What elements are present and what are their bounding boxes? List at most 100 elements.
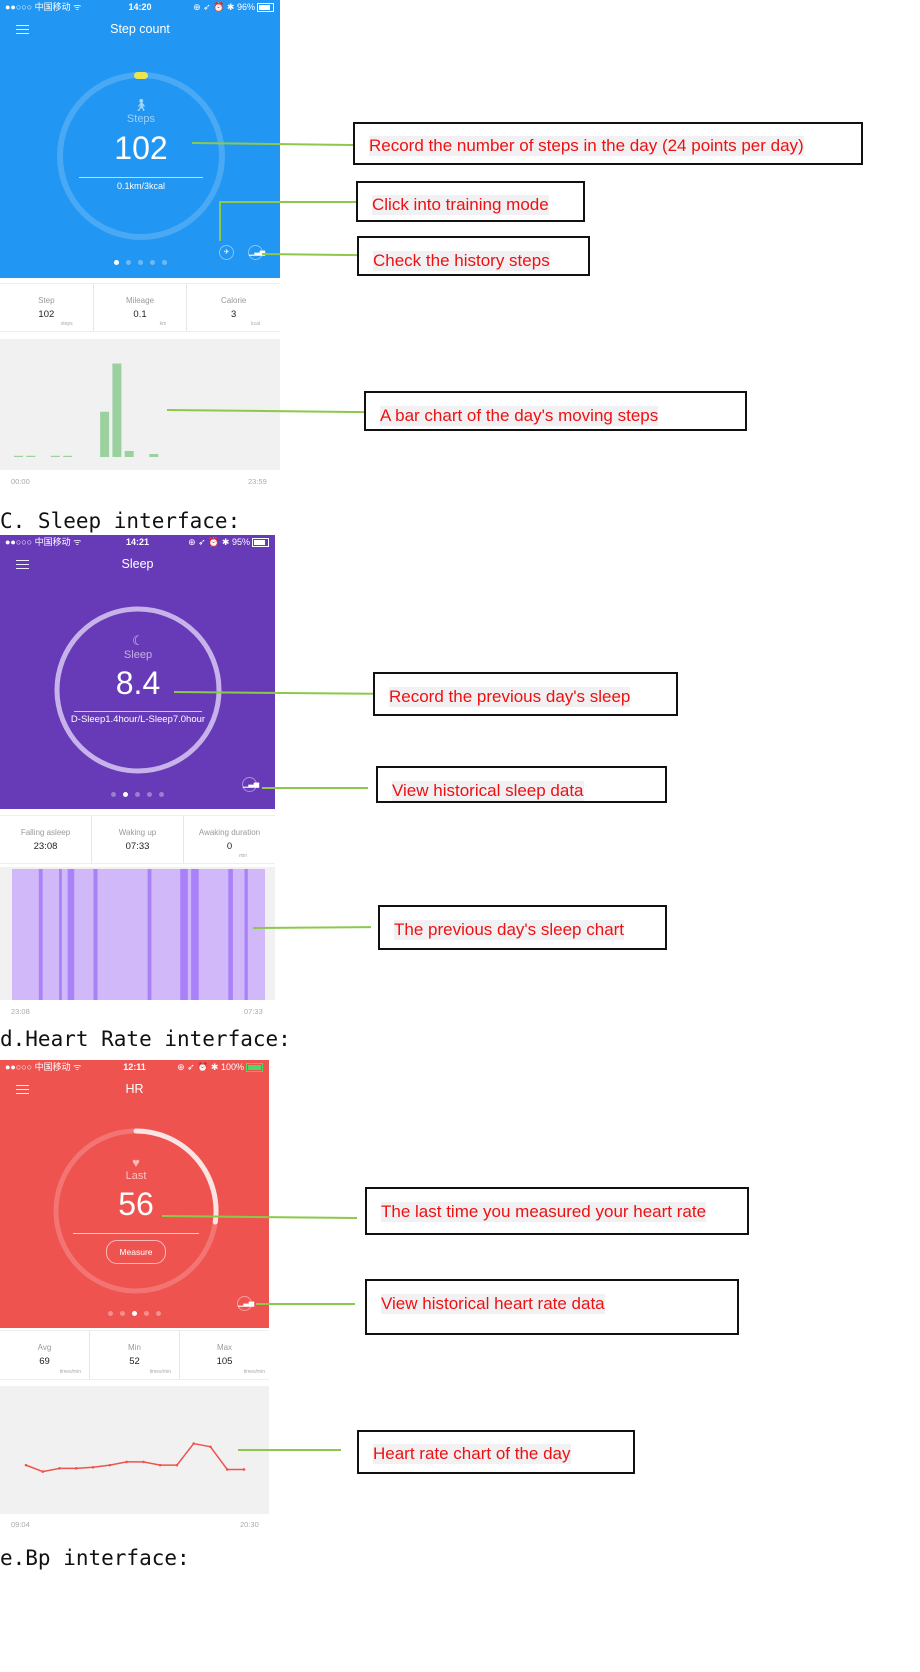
sleep-subtext: D-Sleep1.4hour/L-Sleep7.0hour bbox=[70, 714, 206, 725]
hr-line-chart-svg bbox=[24, 1442, 246, 1473]
deep-sleep-band bbox=[228, 869, 233, 1000]
step-bar bbox=[149, 453, 159, 457]
heart-icon: ♥ bbox=[132, 1155, 140, 1170]
hr-point bbox=[91, 1465, 95, 1469]
stat-awaking-duration: Awaking duration 0 min bbox=[198, 828, 261, 859]
step-bar bbox=[14, 455, 23, 457]
step-bar bbox=[26, 455, 36, 457]
measure-button[interactable]: Measure bbox=[106, 1240, 166, 1264]
sleep-chart-svg bbox=[12, 869, 265, 1000]
callout-hr-history: View historical heart rate data bbox=[365, 1279, 739, 1335]
callout-steps-bar-chart: A bar chart of the day's moving steps bbox=[364, 391, 747, 431]
sleep-value: 8.4 bbox=[115, 665, 161, 701]
callout-steps-record: Record the number of steps in the day (2… bbox=[353, 122, 863, 165]
history-button[interactable]: ▁▃▅ bbox=[242, 777, 259, 792]
leader-line bbox=[262, 787, 368, 789]
hr-point bbox=[225, 1468, 229, 1471]
hr-point bbox=[108, 1463, 112, 1467]
leader-line bbox=[219, 201, 356, 203]
stat-mileage: Mileage 0.1 km bbox=[94, 284, 188, 331]
leader-line bbox=[238, 1449, 341, 1451]
hr-value: 56 bbox=[118, 1186, 154, 1222]
chart-start-label: 09:04 bbox=[11, 1520, 30, 1529]
status-bar: ●●○○○ 中国移动 ᯤ 14:21 ⊕ ➶ ⏰ ✱ 95% bbox=[0, 535, 275, 549]
battery-icon bbox=[252, 538, 269, 548]
divider bbox=[79, 177, 203, 178]
ring-label: Sleep bbox=[123, 649, 153, 661]
bp-heading: e.Bp interface: bbox=[0, 1546, 190, 1570]
hr-point bbox=[24, 1463, 28, 1467]
deep-sleep-band bbox=[93, 869, 98, 1000]
step-bar bbox=[50, 455, 60, 457]
stat-avg: Avg 69 times/min bbox=[0, 1331, 90, 1379]
status-bar: ●●○○○ 中国移动 ᯤ 14:20 ⊕ ➶ ⏰ ✱ 96% bbox=[0, 0, 280, 14]
hr-point bbox=[58, 1467, 61, 1470]
status-bar: ●●○○○ 中国移动 ᯤ 12:11 ⊕ ➶ ⏰ ✱ 100% bbox=[0, 1060, 269, 1074]
stat-calorie: Calorie 3 kcal bbox=[221, 296, 261, 327]
callout-hr-last: The last time you measured your heart ra… bbox=[365, 1187, 749, 1235]
page-title: Step count bbox=[110, 22, 170, 36]
hr-point bbox=[175, 1463, 179, 1467]
page-indicator bbox=[0, 1311, 269, 1316]
ring-label: Steps bbox=[126, 113, 156, 125]
status-icons: ⊕ ➶ ⏰ ✱ 100% bbox=[177, 1060, 263, 1074]
hr-point bbox=[75, 1467, 78, 1470]
chart-end-label: 20:30 bbox=[240, 1520, 259, 1529]
steps-stats: Step 102 steps Mileage 0.1 km Calorie 3 kcal bbox=[0, 283, 280, 332]
step-bar bbox=[63, 455, 73, 457]
light-sleep-area bbox=[12, 869, 265, 1000]
hr-stats: Avg 69 times/min Min 52 times/min Max 105 time… bbox=[0, 1330, 269, 1380]
page-indicator bbox=[0, 260, 280, 265]
battery-icon bbox=[246, 1063, 263, 1073]
leader-line bbox=[252, 926, 372, 929]
callout-hr-chart: Heart rate chart of the day bbox=[357, 1430, 635, 1474]
walking-icon: 🚶︎ bbox=[133, 98, 149, 112]
hr-line-chart bbox=[0, 1386, 269, 1514]
deep-sleep-band bbox=[180, 869, 188, 1000]
divider bbox=[74, 711, 202, 712]
chart-start-label: 23:08 bbox=[11, 1007, 30, 1016]
hr-point bbox=[41, 1470, 45, 1473]
stat-step: Step 102 steps bbox=[0, 284, 94, 331]
progress-indicator bbox=[134, 72, 148, 79]
hr-screen: ●●○○○ 中国移动 ᯤ 12:11 ⊕ ➶ ⏰ ✱ 100% HR ♥ Las… bbox=[0, 1060, 269, 1328]
callout-history-steps: Check the history steps bbox=[357, 236, 590, 276]
deep-sleep-band bbox=[67, 869, 75, 1000]
steps-value: 102 bbox=[114, 130, 168, 166]
deep-sleep-band bbox=[147, 869, 152, 1000]
training-mode-button[interactable]: ✈︎ bbox=[219, 245, 234, 260]
leader-line bbox=[256, 1303, 355, 1305]
hr-point bbox=[158, 1463, 162, 1467]
hr-point bbox=[242, 1468, 246, 1471]
hr-point bbox=[209, 1445, 212, 1449]
chart-start-label: 00:00 bbox=[11, 477, 30, 486]
hr-heading: d.Heart Rate interface: bbox=[0, 1027, 291, 1051]
history-button[interactable]: ▁▃▅ bbox=[237, 1296, 254, 1311]
chart-end-label: 07:33 bbox=[244, 1007, 263, 1016]
page-title: Sleep bbox=[121, 557, 154, 571]
step-bar bbox=[124, 450, 134, 457]
status-icons: ⊕ ➶ ⏰ ✱ 96% bbox=[193, 0, 274, 14]
callout-sleep-history: View historical sleep data bbox=[376, 766, 667, 803]
sleep-heading: C. Sleep interface: bbox=[0, 509, 241, 533]
chart-end-label: 23:59 bbox=[248, 477, 267, 486]
page-title: HR bbox=[125, 1082, 144, 1096]
deep-sleep-band bbox=[191, 869, 199, 1000]
deep-sleep-band bbox=[59, 869, 62, 1000]
stat-waking-up: Waking up 07:33 bbox=[92, 816, 184, 863]
callout-sleep-chart: The previous day's sleep chart bbox=[378, 905, 667, 950]
hr-point bbox=[192, 1442, 195, 1445]
stat-min: Min 52 times/min bbox=[90, 1331, 180, 1379]
sleep-chart bbox=[0, 867, 275, 1000]
hr-point bbox=[125, 1460, 128, 1464]
hr-point bbox=[142, 1460, 145, 1464]
page-indicator bbox=[0, 792, 275, 797]
deep-sleep-band bbox=[38, 869, 43, 1000]
step-bar bbox=[112, 363, 122, 457]
callout-training-mode: Click into training mode bbox=[356, 181, 585, 222]
deep-sleep-band bbox=[244, 869, 248, 1000]
sleep-stats: Falling asleep 23:08 Waking up 07:33 Awaki… bbox=[0, 815, 275, 864]
battery-icon bbox=[257, 3, 274, 13]
leader-line bbox=[219, 201, 221, 241]
history-button[interactable]: ▁▃▅ bbox=[248, 245, 265, 260]
